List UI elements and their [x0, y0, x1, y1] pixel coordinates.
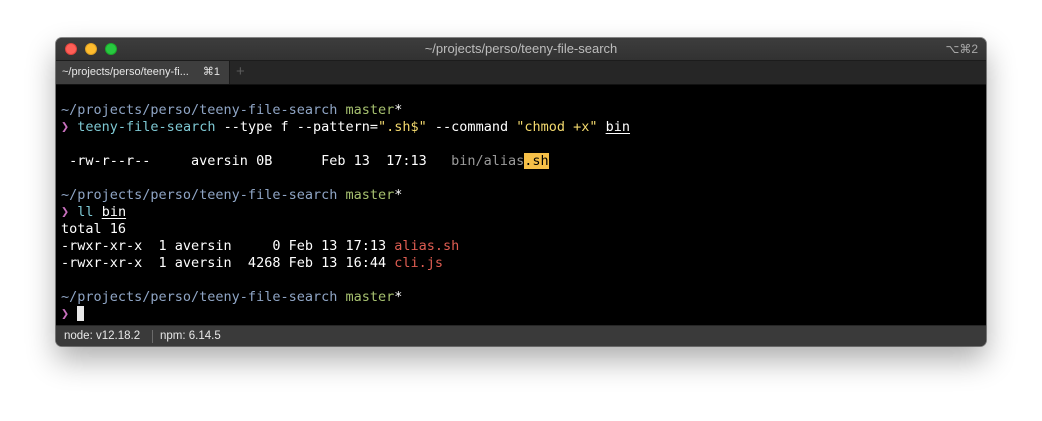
prompt-path: ~/projects/perso/teeny-file-search	[61, 289, 338, 305]
file-meta: -rwxr-xr-x 1 aversin 4268 Feb 13 16:44	[61, 255, 395, 271]
command-dir: bin	[605, 119, 631, 135]
file-meta: -rwxr-xr-x 1 aversin 0 Feb 13 17:13	[61, 238, 395, 254]
result-perms: -rw-r--r--	[61, 153, 151, 169]
git-branch: master	[345, 187, 395, 203]
status-bar: node: v12.18.2 npm: 6.14.5	[56, 325, 986, 346]
list-item: -rwxr-xr-x 1 aversin 0 Feb 13 17:13 alia…	[61, 238, 459, 255]
file-name: cli.js	[394, 255, 444, 271]
file-name: alias.sh	[394, 238, 460, 254]
list-item: -rwxr-xr-x 1 aversin 4268 Feb 13 16:44 c…	[61, 255, 443, 272]
command-options-2: --command	[426, 119, 517, 135]
terminal-output[interactable]: ~/projects/perso/teeny-file-search maste…	[56, 85, 986, 325]
node-version: node: v12.18.2	[64, 330, 141, 342]
npm-version: npm: 6.14.5	[160, 330, 221, 342]
git-branch: master	[345, 289, 395, 305]
git-dirty-marker: *	[394, 187, 403, 203]
tab-bar: ~/projects/perso/teeny-fi... ⌘1 +	[56, 61, 986, 85]
prompt-line: ~/projects/perso/teeny-file-search maste…	[61, 289, 402, 306]
result-path: bin/alias	[451, 153, 525, 169]
input-line[interactable]: ❯	[61, 306, 85, 323]
new-tab-icon[interactable]: +	[236, 61, 245, 84]
prompt-path: ~/projects/perso/teeny-file-search	[61, 187, 338, 203]
prompt-path: ~/projects/perso/teeny-file-search	[61, 102, 338, 118]
command-value: "chmod +x"	[516, 119, 598, 135]
prompt-line: ~/projects/perso/teeny-file-search maste…	[61, 102, 402, 119]
git-dirty-marker: *	[394, 289, 403, 305]
text-cursor	[77, 306, 85, 321]
tab-label: ~/projects/perso/teeny-fi...	[62, 66, 189, 78]
command-pattern: ".sh$"	[378, 119, 427, 135]
git-branch: master	[345, 102, 395, 118]
status-divider	[152, 330, 153, 343]
command-options: --type f --pattern=	[215, 119, 379, 135]
command-program: ll	[77, 204, 94, 220]
window-shortcut: ⌥⌘2	[945, 42, 978, 56]
window-title: ~/projects/perso/teeny-file-search	[424, 41, 618, 56]
command-dir: bin	[101, 204, 127, 220]
search-result-line: -rw-r--r-- aversin 0B Feb 13 17:13 bin/a…	[61, 153, 549, 170]
result-match: .sh	[524, 153, 549, 169]
prompt-arrow-icon: ❯	[61, 306, 70, 322]
prompt-arrow-icon: ❯	[61, 204, 70, 220]
result-meta: aversin 0B Feb 13 17:13	[150, 153, 452, 169]
prompt-arrow-icon: ❯	[61, 119, 70, 135]
listing-total: total 16	[61, 221, 127, 237]
title-bar: ~/projects/perso/teeny-file-search ⌥⌘2	[56, 38, 986, 61]
command-program: teeny-file-search	[77, 119, 216, 135]
tab-shortcut: ⌘1	[202, 66, 220, 78]
terminal-window: ~/projects/perso/teeny-file-search ⌥⌘2 ~…	[56, 38, 986, 346]
git-dirty-marker: *	[394, 102, 403, 118]
tab-teeny-file-search[interactable]: ~/projects/perso/teeny-fi... ⌘1	[56, 61, 230, 84]
prompt-line: ~/projects/perso/teeny-file-search maste…	[61, 187, 402, 204]
command-line: ❯ teeny-file-search --type f --pattern="…	[61, 119, 630, 136]
command-line: ❯ ll bin	[61, 204, 126, 221]
